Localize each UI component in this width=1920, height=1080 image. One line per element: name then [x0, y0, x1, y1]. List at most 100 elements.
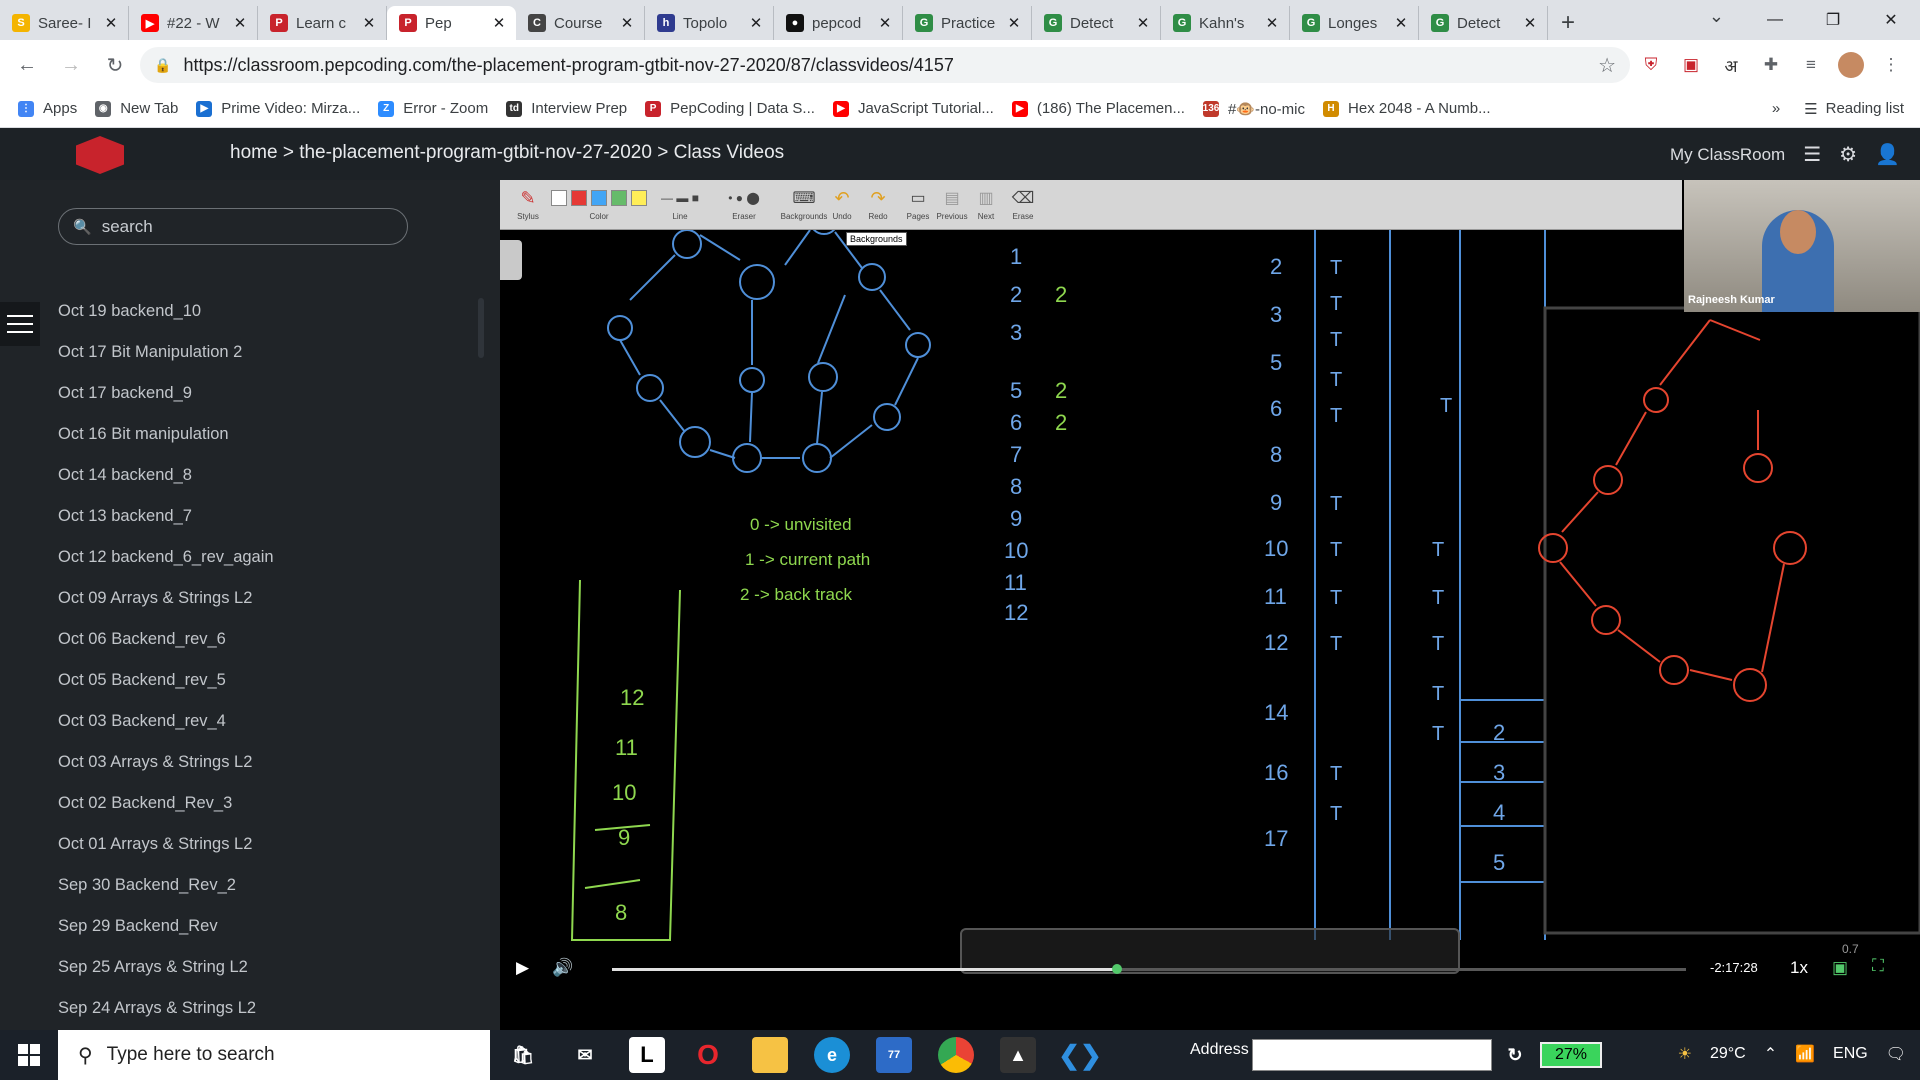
menu-dots-icon[interactable]: ⋮: [1878, 52, 1904, 78]
video-list-item[interactable]: Oct 14 backend_8: [58, 466, 274, 507]
photos-icon[interactable]: ▲: [1000, 1037, 1036, 1073]
tab-search-chevron-icon[interactable]: ⌄: [1709, 6, 1724, 27]
hindi-keyboard-icon[interactable]: अ: [1718, 52, 1744, 78]
video-list-item[interactable]: Oct 17 Bit Manipulation 2: [58, 343, 274, 384]
close-window-icon[interactable]: ✕: [1862, 0, 1920, 40]
bookmark-item[interactable]: ▶ (186) The Placemen...: [1011, 100, 1185, 117]
settings-gear-icon[interactable]: ⚙: [1839, 142, 1857, 167]
previous-page-icon[interactable]: ▤: [944, 188, 959, 208]
battery-indicator[interactable]: 27%: [1540, 1042, 1602, 1068]
browser-tab[interactable]: G Kahn's ✕: [1161, 6, 1290, 40]
page-panel-toggle[interactable]: [500, 240, 522, 280]
video-list-item[interactable]: Sep 29 Backend_Rev: [58, 917, 274, 958]
chrome-icon[interactable]: [938, 1037, 974, 1073]
video-list-item[interactable]: Oct 17 backend_9: [58, 384, 274, 425]
refresh-icon[interactable]: ↻: [1500, 1040, 1530, 1070]
tab-close-icon[interactable]: ✕: [360, 14, 378, 32]
video-search-input[interactable]: 🔍 search: [58, 208, 408, 245]
breadcrumb-program[interactable]: the-placement-program-gtbit-nov-27-2020: [299, 142, 652, 163]
backgrounds-icon[interactable]: ⌨: [792, 188, 815, 208]
minimize-icon[interactable]: —: [1746, 0, 1804, 40]
reload-icon[interactable]: ↻: [98, 48, 132, 82]
video-list-item[interactable]: Sep 25 Arrays & String L2: [58, 958, 274, 999]
restore-icon[interactable]: ❐: [1804, 0, 1862, 40]
tab-close-icon[interactable]: ✕: [618, 14, 636, 32]
l-app-icon[interactable]: L: [629, 1037, 665, 1073]
tab-close-icon[interactable]: ✕: [876, 14, 894, 32]
video-player[interactable]: 0123 5678 9101112 222 0 -> unvisited 1 -…: [500, 180, 1920, 1030]
tab-close-icon[interactable]: ✕: [102, 14, 120, 32]
notification-icon[interactable]: 🗨: [1886, 1044, 1906, 1064]
bookmarks-overflow-chevron[interactable]: »: [1772, 100, 1780, 117]
hamburger-menu-icon[interactable]: [0, 302, 40, 346]
bookmark-item[interactable]: td Interview Prep: [506, 100, 627, 117]
browser-tab[interactable]: ● pepcod ✕: [774, 6, 903, 40]
picture-in-picture-icon[interactable]: ▣: [1832, 958, 1848, 978]
play-icon[interactable]: ▶: [516, 958, 529, 978]
fullscreen-icon[interactable]: ⛶: [1872, 956, 1884, 976]
windows-start-icon[interactable]: [0, 1030, 58, 1080]
tab-close-icon[interactable]: ✕: [1134, 14, 1152, 32]
user-profile-icon[interactable]: 👤: [1875, 142, 1900, 167]
color-swatch[interactable]: [611, 190, 627, 206]
video-list-item[interactable]: Oct 16 Bit manipulation: [58, 425, 274, 466]
tab-close-icon[interactable]: ✕: [1263, 14, 1281, 32]
browser-tab[interactable]: C Course ✕: [516, 6, 645, 40]
browser-tab[interactable]: P Pep ✕: [387, 6, 516, 40]
tab-close-icon[interactable]: ✕: [747, 14, 765, 32]
next-page-icon[interactable]: ▥: [978, 188, 993, 208]
tab-close-icon[interactable]: ✕: [1521, 14, 1539, 32]
bookmark-item[interactable]: H Hex 2048 - A Numb...: [1323, 100, 1491, 117]
temperature[interactable]: 29°C: [1710, 1045, 1746, 1063]
undo-icon[interactable]: ↶: [834, 188, 849, 209]
address-toolbar-input[interactable]: [1252, 1039, 1492, 1071]
browser-tab[interactable]: G Detect ✕: [1419, 6, 1548, 40]
list-menu-icon[interactable]: ☰: [1803, 142, 1821, 167]
mail-app-icon[interactable]: ✉: [567, 1037, 603, 1073]
video-list-item[interactable]: Oct 05 Backend_rev_5: [58, 671, 274, 712]
opera-icon[interactable]: O: [690, 1037, 726, 1073]
video-list-item[interactable]: Sep 24 Arrays & Strings L2: [58, 999, 274, 1030]
pdf-extension-icon[interactable]: ▣: [1678, 52, 1704, 78]
address-bar[interactable]: 🔒 https://classroom.pepcoding.com/the-pl…: [140, 47, 1630, 83]
browser-tab[interactable]: S Saree- I ✕: [0, 6, 129, 40]
bookmark-item[interactable]: Z Error - Zoom: [378, 100, 488, 117]
browser-tab[interactable]: G Detect ✕: [1032, 6, 1161, 40]
browser-tab[interactable]: G Longes ✕: [1290, 6, 1419, 40]
video-list-item[interactable]: Oct 02 Backend_Rev_3: [58, 794, 274, 835]
browser-tab[interactable]: h Topolo ✕: [645, 6, 774, 40]
outlook-icon[interactable]: 77: [876, 1037, 912, 1073]
tray-chevron-icon[interactable]: ⌃: [1764, 1044, 1777, 1064]
profile-avatar[interactable]: [1838, 52, 1864, 78]
video-list-item[interactable]: Oct 06 Backend_rev_6: [58, 630, 274, 671]
video-list-item[interactable]: Oct 03 Arrays & Strings L2: [58, 753, 274, 794]
video-list-item[interactable]: Oct 12 backend_6_rev_again: [58, 548, 274, 589]
progress-knob[interactable]: [1111, 964, 1122, 974]
tab-close-icon[interactable]: ✕: [1392, 14, 1410, 32]
browser-tab[interactable]: ▶ #22 - W ✕: [129, 6, 258, 40]
tab-close-icon[interactable]: ✕: [490, 14, 508, 32]
bookmark-item[interactable]: ⋮ Apps: [18, 100, 77, 117]
forward-arrow-icon[interactable]: →: [54, 48, 88, 82]
volume-icon[interactable]: 🔊: [552, 958, 573, 978]
bookmark-item[interactable]: ▶ Prime Video: Mirza...: [196, 100, 360, 117]
store-icon[interactable]: 🛍: [505, 1037, 541, 1073]
file-explorer-icon[interactable]: [752, 1037, 788, 1073]
erase-all-icon[interactable]: ⌫: [1012, 188, 1035, 208]
lock-icon[interactable]: 🔒: [154, 57, 171, 74]
tab-close-icon[interactable]: ✕: [231, 14, 249, 32]
sidebar-scrollbar[interactable]: [478, 298, 484, 358]
reading-list[interactable]: » ☰ Reading list: [1772, 100, 1904, 118]
bookmark-item[interactable]: P PepCoding | Data S...: [645, 100, 815, 117]
language-indicator[interactable]: ENG: [1833, 1045, 1868, 1063]
video-list-item[interactable]: Sep 30 Backend_Rev_2: [58, 876, 274, 917]
pepcoding-logo[interactable]: [76, 136, 124, 174]
back-arrow-icon[interactable]: ←: [10, 48, 44, 82]
color-swatch[interactable]: [571, 190, 587, 206]
video-list-item[interactable]: Oct 13 backend_7: [58, 507, 274, 548]
wifi-icon[interactable]: 📶: [1795, 1044, 1815, 1064]
eraser-size-icon[interactable]: • ● ⬤: [728, 191, 760, 205]
tab-close-icon[interactable]: ✕: [1005, 14, 1023, 32]
video-list-item[interactable]: Oct 03 Backend_rev_4: [58, 712, 274, 753]
vscode-icon[interactable]: ❮❯: [1058, 1037, 1102, 1073]
